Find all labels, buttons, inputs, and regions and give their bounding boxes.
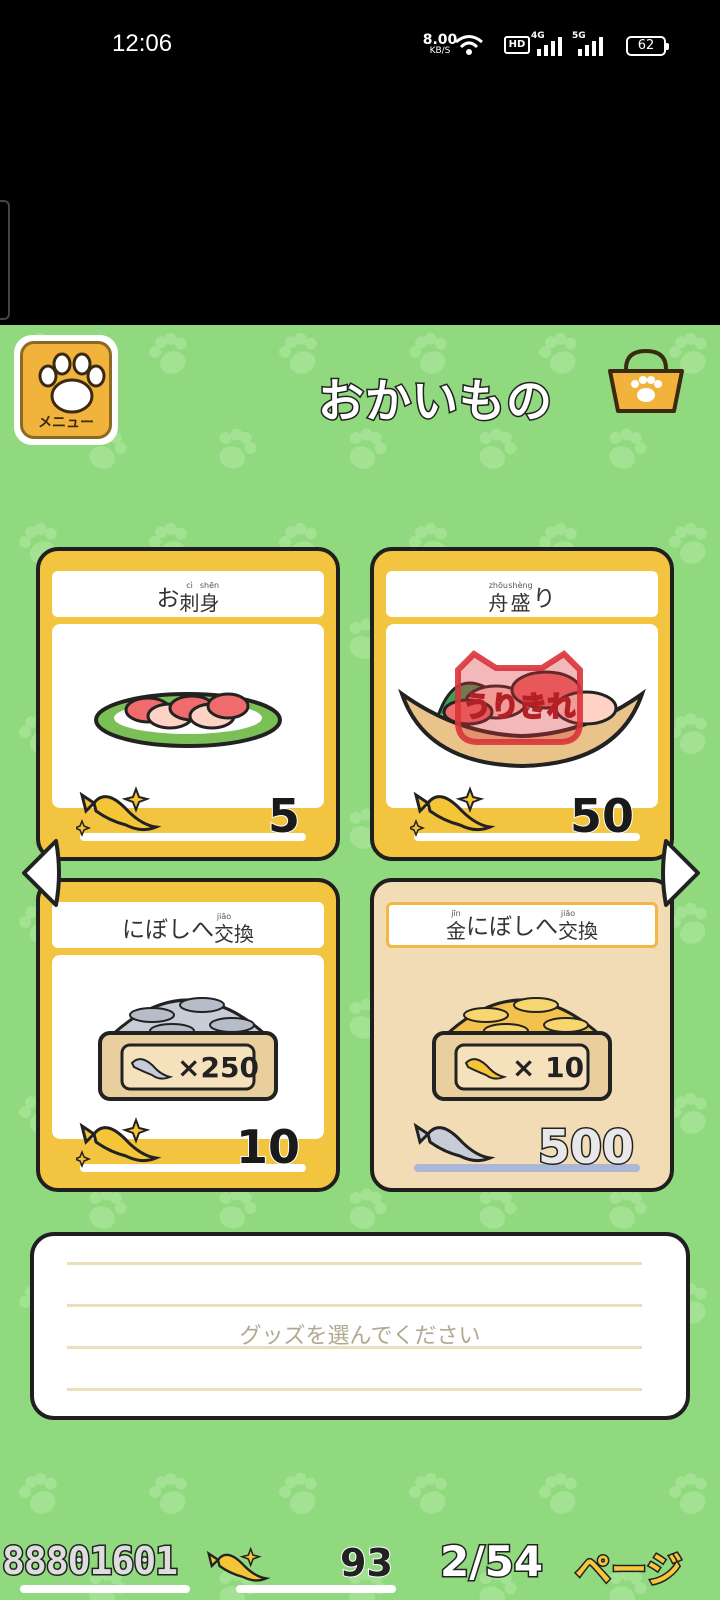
kanji-ruby: cì 刺	[179, 581, 200, 615]
hd-icon: HD	[504, 36, 530, 54]
shop-item-sashimi[interactable]: お cì 刺 shēn 身 5	[36, 547, 340, 861]
gold-fish-icon	[76, 786, 162, 838]
kanji-ruby: shēn 身	[199, 581, 220, 615]
menu-button[interactable]: メニュー	[14, 335, 118, 445]
silver-fish-count: 88801601	[0, 1538, 179, 1585]
kanji-ruby: zhōu 舟	[488, 581, 509, 615]
paw-icon	[38, 352, 106, 414]
page-title: おかいもの	[317, 373, 554, 430]
box-quantity: ×250	[177, 1051, 259, 1084]
ruby-text: shèng	[508, 581, 533, 590]
kanji-ruby: 換	[578, 918, 598, 941]
background-paw	[470, 423, 521, 475]
menu-button-face: メニュー	[20, 341, 112, 439]
kanji-char: 交	[558, 919, 578, 943]
gold-fish-icon	[76, 1117, 162, 1169]
shopping-bag-icon	[608, 348, 684, 413]
box-quantity: × 10	[512, 1051, 584, 1084]
kanji-char: 金	[446, 919, 466, 943]
shop-item-niboshi-exchange[interactable]: にぼしへ jiāo 交 換 ×250 10	[36, 878, 340, 1192]
signal-icon	[537, 37, 562, 56]
background-paw	[600, 423, 651, 475]
wifi-icon	[455, 35, 483, 55]
shop-screen: メニュー おかいもの お cì 刺 shēn 身 5 zhōu 舟 shèng …	[0, 325, 720, 1600]
item-price: 5	[267, 788, 301, 844]
bottom-bar: 88801601 93 2/54 ページ	[0, 1535, 720, 1600]
item-name-middle: にぼしへ	[466, 914, 558, 940]
kanji-char: 換	[234, 922, 254, 946]
signal-icon-2	[578, 37, 603, 56]
ruby-text: jiāo	[560, 909, 576, 918]
status-bar: 12:06 8.00 KB/S HD 4G 5G 62	[0, 0, 720, 90]
background-paw	[534, 1468, 586, 1520]
background-paw	[404, 1468, 456, 1520]
battery-icon: 62	[626, 36, 669, 56]
kanji-ruby: jīn 金	[446, 909, 466, 943]
kanji-char: 刺	[179, 591, 200, 615]
side-gesture-handle[interactable]	[0, 200, 10, 320]
background-paw	[144, 1468, 196, 1520]
background-paw	[144, 328, 196, 380]
kanji-ruby: shèng 盛	[508, 581, 533, 615]
item-name: jīn 金 にぼしへ jiāo 交 換	[386, 902, 658, 948]
gold-fish-count: 93	[339, 1540, 394, 1586]
item-price: 10	[235, 1119, 301, 1175]
ruby-text: jīn	[451, 909, 461, 918]
message-box: グッズを選んでください	[30, 1232, 690, 1420]
message-rule	[67, 1388, 642, 1391]
background-paw	[664, 1468, 716, 1520]
kanji-ruby: jiāo 交	[214, 912, 234, 946]
background-paw	[340, 1183, 391, 1235]
previous-page-arrow[interactable]	[18, 837, 62, 909]
silver-fish-underline	[20, 1585, 190, 1593]
sold-out-text: うりきれ	[463, 690, 575, 723]
status-time: 12:06	[112, 30, 173, 57]
ruby-text: jiāo	[216, 912, 232, 921]
background-paw	[274, 1468, 326, 1520]
ruby-text: cì	[186, 581, 193, 590]
kanji-ruby: 換	[234, 921, 254, 944]
gold-fish-icon	[410, 786, 496, 838]
message-rule	[67, 1304, 642, 1307]
kanji-ruby: jiāo 交	[558, 909, 578, 943]
item-name-prefix: お	[156, 586, 180, 612]
silver-fish-icon	[413, 1122, 496, 1163]
background-paw	[340, 423, 391, 475]
kanji-char: 盛	[510, 591, 531, 615]
item-name: お cì 刺 shēn 身	[52, 571, 324, 617]
shop-item-gold-niboshi-exchange[interactable]: jīn 金 にぼしへ jiāo 交 換 × 10 500	[370, 878, 674, 1192]
sold-out-stamp: うりきれ	[455, 650, 583, 745]
item-name-prefix: にぼしへ	[122, 917, 214, 943]
message-text: グッズを選んでください	[239, 1324, 481, 1349]
shop-item-funamori[interactable]: zhōu 舟 shèng 盛 り うりきれ 50	[370, 547, 674, 861]
message-rule	[67, 1262, 642, 1265]
gold-fish-underline	[236, 1585, 396, 1593]
background-paw	[210, 423, 261, 475]
item-price: 500	[536, 1119, 635, 1176]
next-page-arrow[interactable]	[660, 837, 704, 909]
ruby-text: shēn	[199, 581, 220, 590]
kanji-char: 換	[578, 919, 598, 943]
item-price: 50	[569, 788, 635, 844]
background-paw	[14, 1468, 66, 1520]
item-name: zhōu 舟 shèng 盛 り	[386, 571, 658, 617]
menu-label: メニュー	[38, 415, 94, 431]
page-number: 2/54	[438, 1536, 544, 1588]
kanji-char: 舟	[488, 591, 509, 615]
page-label: ページ	[573, 1549, 683, 1593]
kanji-char: 身	[199, 591, 220, 615]
item-name: にぼしへ jiāo 交 換	[52, 902, 324, 948]
ruby-text: zhōu	[488, 581, 508, 590]
kanji-char: 交	[214, 922, 234, 946]
gold-fish-icon	[206, 1546, 271, 1582]
item-name-suffix: り	[532, 586, 556, 612]
